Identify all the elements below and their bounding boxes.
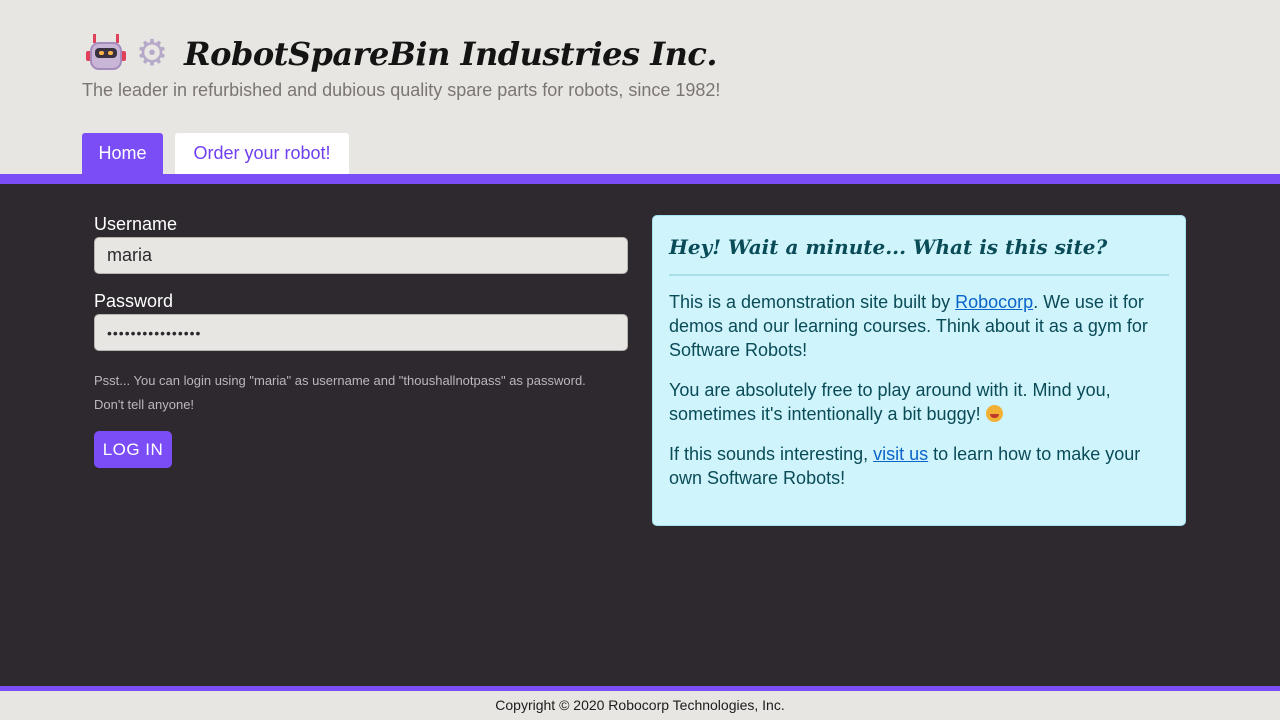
info-panel: Hey! Wait a minute... What is this site?… bbox=[652, 215, 1186, 526]
info-p1-text-start: This is a demonstration site built by bbox=[669, 292, 956, 312]
info-divider bbox=[669, 274, 1169, 276]
gear-icon: ⚙ bbox=[135, 33, 169, 74]
login-hint: Psst... You can login using "maria" as u… bbox=[94, 369, 634, 417]
info-paragraph-1: This is a demonstration site built by Ro… bbox=[669, 290, 1171, 362]
tab-order-your-robot[interactable]: Order your robot! bbox=[175, 133, 349, 174]
login-button[interactable]: LOG IN bbox=[94, 431, 172, 468]
robocorp-link[interactable]: Robocorp bbox=[955, 292, 1033, 312]
brand: ⚙ RobotSpareBin Industries Inc. bbox=[86, 32, 718, 76]
password-input[interactable]: •••••••••••••••• bbox=[94, 314, 628, 351]
info-title: Hey! Wait a minute... What is this site? bbox=[669, 235, 1108, 259]
site-header: ⚙ RobotSpareBin Industries Inc. The lead… bbox=[0, 0, 1280, 174]
site-tagline: The leader in refurbished and dubious qu… bbox=[82, 80, 721, 100]
tab-home[interactable]: Home bbox=[82, 133, 163, 174]
username-input[interactable]: maria bbox=[94, 237, 628, 274]
info-p3-text-start: If this sounds interesting, bbox=[669, 444, 874, 464]
info-paragraph-3: If this sounds interesting, visit us to … bbox=[669, 442, 1171, 490]
username-label: Username bbox=[94, 214, 178, 234]
footer: Copyright © 2020 Robocorp Technologies, … bbox=[0, 691, 1280, 720]
nav-tabs: Home Order your robot! bbox=[82, 133, 349, 174]
visit-us-link[interactable]: visit us bbox=[873, 444, 928, 464]
main-content: Username maria Password ••••••••••••••••… bbox=[0, 184, 1280, 686]
robot-icon bbox=[86, 34, 126, 74]
copyright-text: Copyright © 2020 Robocorp Technologies, … bbox=[495, 697, 785, 713]
login-hint-line1: Psst... You can login using "maria" as u… bbox=[94, 373, 586, 388]
password-label: Password bbox=[94, 291, 174, 311]
login-hint-line2: Don't tell anyone! bbox=[94, 397, 195, 412]
info-paragraph-2: You are absolutely free to play around w… bbox=[669, 378, 1171, 426]
accent-divider-top bbox=[0, 174, 1280, 184]
site-title: RobotSpareBin Industries Inc. bbox=[184, 35, 718, 73]
login-form: Username maria Password ••••••••••••••••… bbox=[94, 214, 628, 468]
info-p2-text: You are absolutely free to play around w… bbox=[669, 380, 1111, 424]
grinning-face-icon bbox=[985, 405, 1003, 422]
